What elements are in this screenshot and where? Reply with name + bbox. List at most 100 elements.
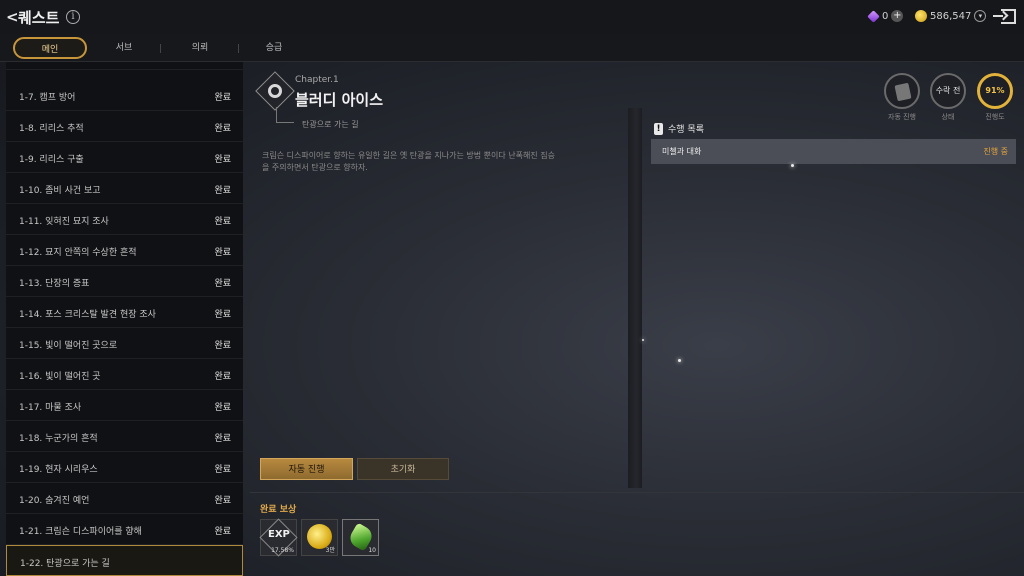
quest-status: 완료	[214, 434, 231, 444]
exclamation-icon: !	[654, 122, 663, 135]
auto-progress-action-button[interactable]: 자동 진행	[260, 458, 353, 480]
gold-currency: 586,547 ▾	[915, 10, 987, 22]
top-bar: < 퀘스트 i 0 + 586,547 ▾	[0, 0, 1024, 34]
list-item[interactable]: 1-12. 묘지 안쪽의 수상한 흔적 완료	[6, 235, 243, 266]
quest-status: 완료	[214, 248, 231, 258]
quest-name: 1-20. 숨겨진 예언	[19, 496, 90, 506]
gem-icon	[867, 9, 880, 23]
quest-name: 1-18. 누군가의 흔적	[19, 434, 98, 444]
page-title: 퀘스트	[18, 9, 60, 27]
auto-progress-button[interactable]	[884, 73, 920, 109]
quest-name: 1-17. 마물 조사	[19, 403, 82, 413]
quest-description: 크림슨 디스파이어로 향하는 유일한 길은 옛 탄광을 지나가는 방법 뿐이다 …	[262, 151, 555, 172]
state-label: 상태	[941, 113, 955, 121]
tab-bar: 메인 서브 의뢰 승급	[0, 34, 1024, 62]
quest-subtitle: 탄광으로 가는 길	[302, 120, 359, 129]
task-item[interactable]: 미첼과 대화 진행 중	[651, 139, 1016, 164]
quest-status: 완료	[214, 403, 231, 413]
quest-status: 완료	[214, 124, 231, 134]
tab-main[interactable]: 메인	[13, 37, 87, 59]
list-item-partial	[6, 62, 243, 70]
reward-count: 10	[368, 547, 376, 554]
list-item[interactable]: 1-13. 단장의 증표 완료	[6, 266, 243, 297]
progress-label: 진행도	[985, 113, 1005, 121]
sparkle	[791, 164, 794, 167]
quest-name: 1-12. 묘지 안쪽의 수상한 흔적	[19, 248, 137, 258]
quest-status: 완료	[214, 155, 231, 165]
reward-count: 17.58%	[271, 547, 294, 554]
quest-name: 1-11. 잊혀진 묘지 조사	[19, 217, 109, 227]
quest-name: 1-15. 빛이 떨어진 곳으로	[19, 341, 118, 351]
chapter-gear-icon	[268, 84, 282, 98]
gold-coin-icon	[915, 10, 927, 22]
tab-request[interactable]: 의뢰	[163, 37, 237, 59]
task-name: 미첼과 대화	[662, 147, 702, 156]
list-item[interactable]: 1-19. 현자 시리우스 완료	[6, 452, 243, 483]
quest-status: 완료	[214, 527, 231, 537]
info-icon[interactable]: i	[66, 10, 80, 24]
quest-name: 1-9. 리리스 구출	[19, 155, 84, 165]
quest-name: 1-8. 리리스 추적	[19, 124, 84, 134]
quest-status: 완료	[214, 310, 231, 320]
gem-count: 0	[882, 10, 889, 22]
quest-status: 완료	[214, 217, 231, 227]
reward-gem[interactable]: 10	[342, 519, 379, 556]
chapter-label: Chapter.1	[295, 75, 339, 85]
gem-currency: 0 +	[867, 9, 904, 23]
list-item[interactable]: 1-15. 빛이 떨어진 곳으로 완료	[6, 328, 243, 359]
list-item[interactable]: 1-20. 숨겨진 예언 완료	[6, 483, 243, 514]
auto-progress-label: 자동 진행	[888, 113, 916, 121]
quest-name: 1-19. 현자 시리우스	[19, 465, 98, 475]
state-circle: 수락 전	[930, 73, 966, 109]
quest-list[interactable]: 1-7. 캠프 방어 완료 1-8. 리리스 추적 완료 1-9. 리리스 구출 완료…	[6, 62, 243, 576]
quest-status: 완료	[214, 372, 231, 382]
list-item[interactable]: 1-7. 캠프 방어 완료	[6, 80, 243, 111]
sparkle	[678, 359, 681, 362]
gold-amount: 586,547	[930, 10, 972, 22]
currency-dropdown-button[interactable]: ▾	[974, 10, 987, 22]
task-status: 진행 중	[983, 147, 1008, 156]
quest-status: 완료	[214, 341, 231, 351]
list-item[interactable]: 1-21. 크림슨 디스파이어를 향해 완료	[6, 514, 243, 545]
quest-name: 1-16. 빛이 떨어진 곳	[19, 372, 101, 382]
quest-name: 1-22. 탄광으로 가는 길	[20, 559, 110, 569]
reward-gold[interactable]: 3만	[301, 519, 338, 556]
exit-icon[interactable]	[993, 9, 1016, 24]
quest-title: 블러디 아이스	[295, 91, 384, 109]
list-item[interactable]: 1-9. 리리스 구출 완료	[6, 142, 243, 173]
list-item[interactable]: 1-18. 누군가의 흔적 완료	[6, 421, 243, 452]
list-item[interactable]: 1-10. 좀비 사건 보고 완료	[6, 173, 243, 204]
progress-circle: 91%	[977, 73, 1013, 109]
panel-divider	[628, 108, 642, 488]
list-item[interactable]: 1-11. 잊혀진 묘지 조사 완료	[6, 204, 243, 235]
list-item[interactable]: 1-14. 포스 크리스탈 발견 현장 조사 완료	[6, 297, 243, 328]
list-item[interactable]: 1-8. 리리스 추적 완료	[6, 111, 243, 142]
quest-status: 완료	[214, 93, 231, 103]
scroll-icon	[894, 82, 912, 102]
back-button[interactable]: <	[6, 8, 19, 26]
list-item[interactable]: 1-16. 빛이 떨어진 곳 완료	[6, 359, 243, 390]
quest-status: 완료	[214, 186, 231, 196]
reward-title: 완료 보상	[260, 505, 297, 515]
reset-button[interactable]: 초기화	[357, 458, 449, 480]
quest-name: 1-14. 포스 크리스탈 발견 현장 조사	[19, 310, 156, 320]
list-item[interactable]: 1-17. 마물 조사 완료	[6, 390, 243, 421]
add-gem-button[interactable]: +	[891, 10, 904, 22]
reward-count: 3만	[325, 547, 335, 554]
quest-status: 완료	[214, 465, 231, 475]
reward-exp[interactable]: EXP 17.58%	[259, 518, 298, 557]
quest-name: 1-21. 크림슨 디스파이어를 향해	[19, 527, 142, 537]
quest-name: 1-10. 좀비 사건 보고	[19, 186, 101, 196]
quest-status: 완료	[214, 279, 231, 289]
subtitle-connector	[276, 107, 294, 123]
reward-divider	[250, 492, 1024, 493]
exp-label: EXP	[268, 529, 290, 540]
quest-name: 1-7. 캠프 방어	[19, 93, 76, 103]
task-list-title: 수행 목록	[668, 125, 704, 135]
quest-status: 완료	[214, 496, 231, 506]
quest-name: 1-13. 단장의 증표	[19, 279, 90, 289]
tab-sub[interactable]: 서브	[87, 37, 161, 59]
list-item-selected[interactable]: 1-22. 탄광으로 가는 길	[6, 545, 243, 576]
tab-promotion[interactable]: 승급	[237, 37, 311, 59]
task-list-header: ! 수행 목록	[654, 122, 704, 135]
